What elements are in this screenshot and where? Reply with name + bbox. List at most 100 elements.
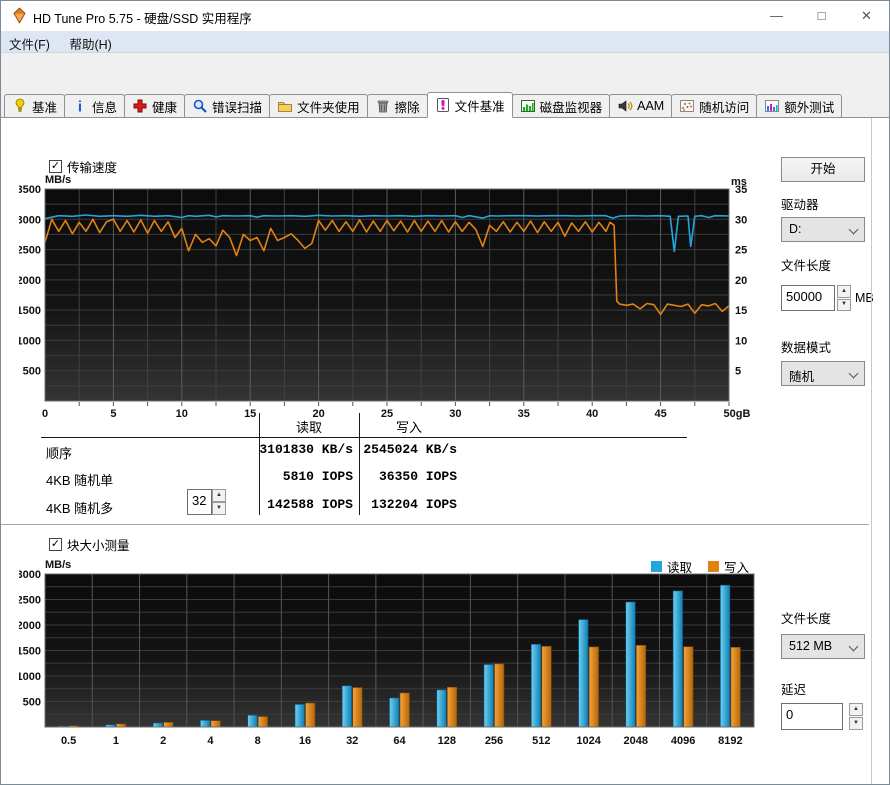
- svg-text:0.5: 0.5: [61, 735, 76, 747]
- svg-text:1024: 1024: [576, 735, 601, 747]
- data-mode-value: 随机: [789, 370, 815, 384]
- checkbox-checked-icon: ✓: [49, 538, 62, 551]
- tab-info[interactable]: i 信息: [64, 94, 126, 118]
- tab-label: 文件基准: [454, 99, 505, 114]
- block-file-length-label: 文件长度: [781, 612, 832, 626]
- svg-text:40: 40: [586, 408, 598, 420]
- tab-aam[interactable]: AAM: [609, 94, 673, 118]
- tab-random-access[interactable]: 随机访问: [671, 94, 758, 118]
- health-cross-icon: [132, 98, 148, 114]
- chevron-down-icon: [848, 224, 859, 235]
- delay-input[interactable]: 0: [781, 703, 843, 730]
- window-title: HD Tune Pro 5.75 - 硬盘/SSD 实用程序: [33, 12, 252, 26]
- block-size-checkbox[interactable]: ✓ 块大小测量: [49, 535, 130, 554]
- tab-disk-monitor[interactable]: 磁盘监视器: [511, 94, 611, 118]
- table-column-rule-2: [359, 413, 360, 515]
- svg-text:2048: 2048: [624, 735, 648, 747]
- delay-up-button[interactable]: ▲: [849, 703, 863, 716]
- block-file-length-combo[interactable]: 512 MB: [781, 634, 865, 659]
- start-button[interactable]: 开始: [781, 157, 865, 182]
- svg-text:16: 16: [299, 735, 311, 747]
- queue-depth-up-button[interactable]: ▲: [212, 489, 226, 502]
- tab-error-scan[interactable]: 错误扫描: [184, 94, 271, 118]
- svg-text:1000: 1000: [19, 335, 41, 347]
- tab-label: 健康: [152, 100, 178, 115]
- row-label-4kb-multi: 4KB 随机多: [46, 501, 114, 516]
- 4kb-single-write-value: 36350 IOPS: [378, 469, 457, 484]
- svg-text:25: 25: [735, 245, 747, 257]
- tab-label: 基准: [32, 100, 58, 115]
- data-mode-combo[interactable]: 随机: [781, 361, 865, 386]
- svg-text:256: 256: [485, 735, 503, 747]
- queue-depth-down-button[interactable]: ▼: [212, 502, 226, 515]
- svg-text:i: i: [78, 99, 82, 115]
- svg-text:4: 4: [207, 735, 214, 747]
- svg-text:2: 2: [160, 735, 166, 747]
- sequential-write-value: 2545024 KB/s: [363, 442, 457, 457]
- tab-benchmark[interactable]: 基准: [4, 94, 66, 118]
- svg-text:10: 10: [735, 335, 747, 347]
- svg-text:3000: 3000: [19, 214, 41, 226]
- svg-text:2000: 2000: [19, 275, 41, 287]
- row-label-sequential: 顺序: [46, 446, 73, 461]
- transfer-rate-chart: 3500 3000 2500 2000 1500 1000 500 35 30 25 20 15 10 5…: [19, 174, 751, 420]
- svg-text:8: 8: [255, 735, 261, 747]
- app-icon: [11, 7, 28, 24]
- svg-text:512: 512: [532, 735, 550, 747]
- minimize-button[interactable]: —: [754, 1, 799, 31]
- svg-text:15: 15: [735, 305, 747, 317]
- sequential-read-value: 3101830 KB/s: [259, 442, 353, 457]
- svg-text:2500: 2500: [19, 595, 41, 607]
- maximize-button[interactable]: □: [799, 1, 844, 31]
- svg-text:8192: 8192: [718, 735, 742, 747]
- queue-depth-stepper: ▲ ▼: [212, 489, 226, 515]
- svg-text:20: 20: [735, 275, 747, 287]
- info-icon: i: [72, 98, 88, 115]
- tab-erase[interactable]: 擦除: [366, 94, 428, 118]
- trash-icon: [375, 98, 391, 114]
- svg-text:1: 1: [113, 735, 119, 747]
- delay-down-button[interactable]: ▼: [849, 717, 863, 730]
- tab-file-benchmark[interactable]: 文件基准: [426, 92, 513, 118]
- chevron-down-icon: [848, 368, 859, 379]
- menu-bar: 文件(F) 帮助(H): [1, 31, 889, 53]
- drive-combo[interactable]: D:: [781, 217, 865, 242]
- svg-text:MB/s: MB/s: [45, 559, 71, 571]
- delay-label: 延迟: [781, 683, 807, 697]
- file-length-input[interactable]: 50000: [781, 285, 835, 311]
- app-window: HD Tune Pro 5.75 - 硬盘/SSD 实用程序 — □ ✕ 文件(…: [0, 0, 890, 785]
- close-button[interactable]: ✕: [844, 1, 889, 31]
- svg-text:50gB: 50gB: [724, 408, 751, 420]
- tab-label: 额外测试: [784, 100, 835, 115]
- svg-text:0: 0: [42, 408, 48, 420]
- tab-label: 文件夹使用: [297, 100, 360, 115]
- queue-depth-input[interactable]: 32: [187, 489, 212, 515]
- file-length-up-button[interactable]: ▲: [837, 285, 851, 298]
- row-label-4kb-single: 4KB 随机单: [46, 473, 114, 488]
- svg-text:128: 128: [438, 735, 456, 747]
- file-length-label: 文件长度: [781, 259, 832, 273]
- column-header-read: 读取: [295, 420, 322, 435]
- svg-text:10: 10: [176, 408, 188, 420]
- tab-label: 擦除: [394, 100, 420, 115]
- file-length-stepper: ▲ ▼: [837, 285, 851, 311]
- random-access-icon: [679, 98, 695, 114]
- svg-text:4096: 4096: [671, 735, 695, 747]
- svg-text:MB/s: MB/s: [45, 174, 71, 186]
- tab-extra-tests[interactable]: 额外测试: [756, 94, 843, 118]
- svg-text:2500: 2500: [19, 245, 41, 257]
- block-file-length-value: 512 MB: [789, 639, 833, 653]
- svg-text:1000: 1000: [19, 671, 41, 683]
- tab-folder-usage[interactable]: 文件夹使用: [269, 94, 368, 118]
- file-length-down-button[interactable]: ▼: [837, 298, 851, 311]
- delay-stepper: ▲ ▼: [849, 703, 863, 730]
- svg-text:500: 500: [23, 366, 41, 378]
- tab-label: 错误扫描: [212, 100, 263, 115]
- tab-strip: 基准 i 信息 健康 错误扫描 文件夹使用 擦除 文件基准 磁盘监视器 AAM 随机访问 额外测试: [1, 92, 889, 118]
- panel-separator: [871, 118, 872, 784]
- tab-health[interactable]: 健康: [124, 94, 186, 118]
- disk-monitor-icon: [520, 98, 536, 114]
- section-divider: [1, 524, 869, 525]
- svg-text:35: 35: [518, 408, 530, 420]
- folder-icon: [277, 98, 293, 114]
